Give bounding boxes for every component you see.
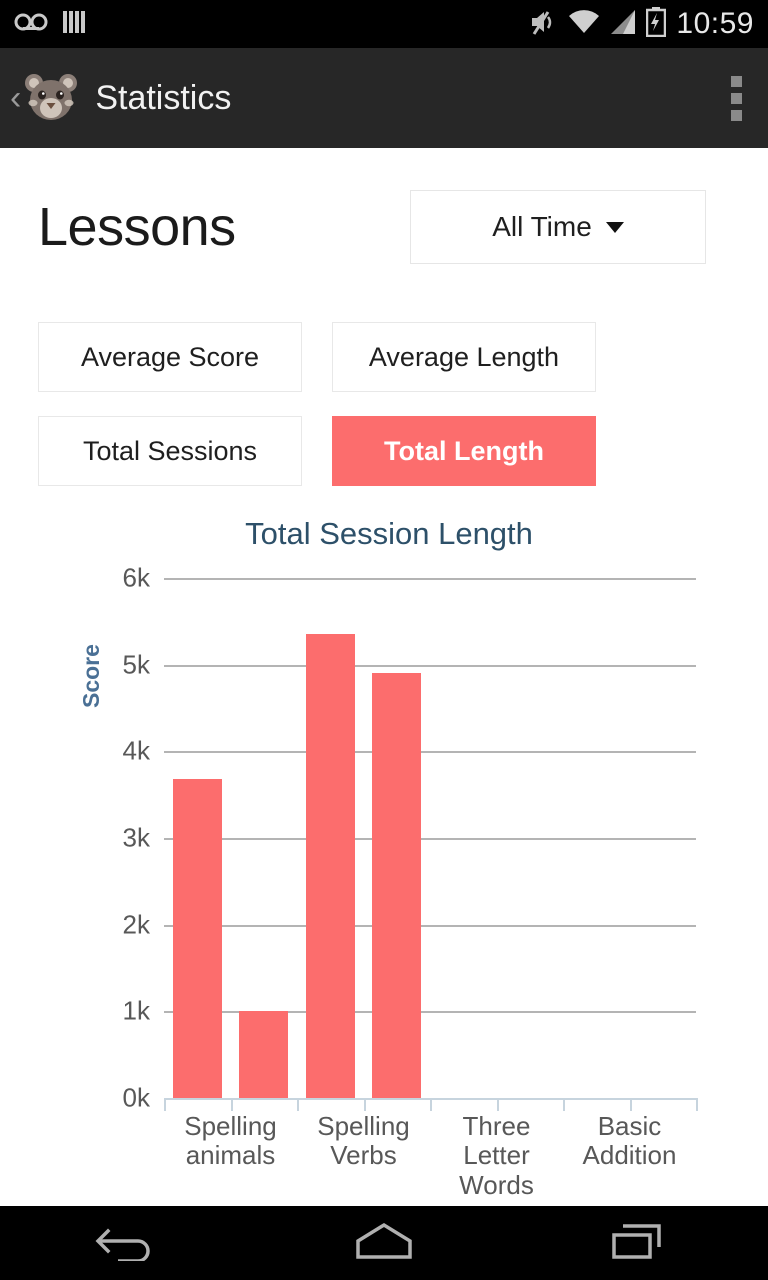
barcode-icon bbox=[62, 9, 88, 40]
chart-gridline bbox=[164, 924, 696, 927]
recents-icon bbox=[609, 1221, 671, 1266]
chart-container: Total Session Length Score 0k 1k 2k 3k 4k 5k 6… bbox=[0, 516, 768, 1199]
metric-button-average-length[interactable]: Average Length bbox=[332, 322, 596, 392]
chart-x-tick bbox=[430, 1098, 432, 1111]
chart-bar[interactable] bbox=[239, 1011, 289, 1098]
metric-button-total-sessions[interactable]: Total Sessions bbox=[38, 416, 302, 486]
status-bar-right-icons: 10:59 bbox=[528, 6, 754, 42]
metric-toggle-group: Average Score Average Length Total Sessi… bbox=[0, 322, 768, 486]
chart-y-tick-label: 1k bbox=[122, 995, 150, 1026]
home-icon bbox=[353, 1221, 415, 1266]
chart-gridline bbox=[164, 578, 696, 580]
chart-y-tick-label: 2k bbox=[122, 909, 150, 940]
chart-y-tick-label: 4k bbox=[122, 735, 150, 766]
chart-y-tick-label: 3k bbox=[122, 822, 150, 853]
chart-x-tick-label: Spelling Verbs bbox=[317, 1111, 410, 1171]
cellular-signal-icon bbox=[610, 9, 636, 40]
battery-charging-icon bbox=[646, 6, 667, 42]
chart-x-tick bbox=[696, 1098, 698, 1111]
chart-y-axis-label: Score bbox=[78, 644, 104, 708]
dot-3 bbox=[730, 109, 742, 121]
nav-back-button[interactable] bbox=[68, 1206, 188, 1280]
chart-x-tick bbox=[164, 1098, 166, 1111]
volume-muted-icon bbox=[528, 8, 558, 41]
chart-x-tick bbox=[629, 1098, 632, 1111]
more-options-icon[interactable] bbox=[722, 70, 750, 126]
dot-2 bbox=[730, 92, 742, 104]
chart-title: Total Session Length bbox=[245, 516, 533, 551]
chart-bar[interactable] bbox=[372, 673, 422, 1098]
chart-x-tick-label: Three Letter Words bbox=[459, 1111, 534, 1200]
time-range-dropdown[interactable]: All Time bbox=[410, 190, 706, 264]
chart-bar[interactable] bbox=[172, 779, 222, 1098]
chart-x-tick bbox=[230, 1098, 233, 1111]
chart-y-tick-label: 6k bbox=[122, 562, 150, 593]
page-title: Lessons bbox=[38, 197, 236, 257]
chart-plot-area: 0k 1k 2k 3k 4k 5k 6k Spelling animals Spelling V… bbox=[123, 563, 698, 1199]
dot-1 bbox=[730, 75, 742, 87]
chart-y-tick-label: 0k bbox=[122, 1082, 150, 1113]
nav-home-button[interactable] bbox=[324, 1206, 444, 1280]
wifi-icon bbox=[568, 9, 600, 40]
chart-x-tick bbox=[496, 1098, 499, 1111]
chart-bar[interactable] bbox=[305, 634, 355, 1098]
chart-x-tick bbox=[297, 1098, 299, 1111]
voicemail-icon bbox=[14, 11, 48, 38]
chart-y-tick-label: 5k bbox=[122, 649, 150, 680]
metric-button-total-length[interactable]: Total Length bbox=[332, 416, 596, 486]
status-bar-left-icons bbox=[14, 9, 88, 40]
chart-x-tick bbox=[563, 1098, 565, 1111]
chart-gridline bbox=[164, 751, 696, 754]
android-navigation-bar bbox=[0, 1206, 768, 1280]
status-bar: 10:59 bbox=[0, 0, 768, 48]
chart-gridline bbox=[164, 838, 696, 840]
app-bar: ‹ Statistics bbox=[0, 48, 768, 148]
nav-recents-button[interactable] bbox=[580, 1206, 700, 1280]
chart-x-tick-label: Spelling animals bbox=[184, 1111, 277, 1171]
bear-avatar[interactable] bbox=[23, 70, 79, 126]
app-bar-title: Statistics bbox=[95, 78, 232, 117]
status-bar-clock: 10:59 bbox=[676, 7, 754, 40]
metric-button-average-score[interactable]: Average Score bbox=[38, 322, 302, 392]
back-icon bbox=[94, 1221, 162, 1266]
back-chevron-icon[interactable]: ‹ bbox=[10, 81, 21, 115]
chevron-down-icon bbox=[605, 221, 624, 233]
chart-x-tick bbox=[363, 1098, 366, 1111]
chart-x-tick-label: Basic Addition bbox=[582, 1111, 677, 1171]
chart-gridline bbox=[164, 664, 696, 667]
time-range-value: All Time bbox=[492, 211, 592, 242]
main-content: Lessons All Time Average Score Average L… bbox=[0, 148, 768, 1206]
page-header: Lessons All Time bbox=[0, 148, 768, 264]
